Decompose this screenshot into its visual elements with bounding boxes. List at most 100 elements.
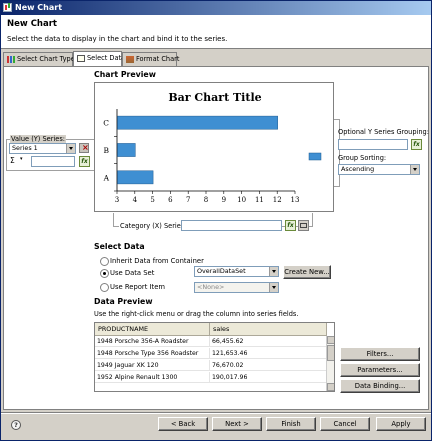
report-item-selected: <None> — [197, 283, 225, 291]
dialog-header: New Chart Select the data to display in … — [1, 15, 431, 49]
x-tick-label: 6 — [168, 196, 173, 204]
apply-button[interactable]: Apply — [376, 417, 426, 431]
dialog-title: New Chart — [7, 19, 57, 29]
value-expression-input[interactable] — [31, 156, 75, 167]
chart-preview-label: Chart Preview — [94, 70, 156, 79]
tab-select-chart-type[interactable]: Select Chart Type — [3, 52, 75, 66]
scroll-down-icon[interactable] — [327, 383, 334, 391]
group-sorting-label: Group Sorting: — [338, 154, 387, 162]
window-title: New Chart — [15, 3, 63, 12]
category-series-label: Category (X) Series: — [119, 222, 188, 230]
table-vertical-scrollbar[interactable] — [326, 336, 334, 391]
chevron-down-icon — [269, 283, 278, 292]
bar — [117, 115, 278, 130]
table-cell: 121,653.46 — [210, 348, 327, 359]
chevron-down-icon — [66, 144, 75, 153]
title-bar: New Chart — [1, 1, 431, 15]
create-new-dataset-button[interactable]: Create New... — [283, 265, 331, 279]
scroll-up-icon[interactable] — [327, 336, 334, 344]
x-tick-label: 5 — [150, 196, 154, 204]
grouping-expression-builder-button[interactable]: fx — [411, 139, 422, 150]
table-row[interactable]: 1948 Porsche Type 356 Roadster 121,653.4… — [95, 348, 327, 359]
tab-label: Format Chart — [136, 55, 180, 63]
chart-type-icon — [7, 56, 15, 63]
new-chart-dialog: New Chart New Chart Select the data to d… — [0, 0, 432, 441]
x-tick-label: 12 — [273, 196, 282, 204]
bar-chart: Bar Chart Title 3 4 5 6 7 8 9 10 11 12 13 A B C — [103, 91, 322, 204]
dataset-selected: OverallDataSet — [197, 267, 246, 275]
data-preview-label: Data Preview — [94, 297, 153, 306]
x-tick-label: 8 — [204, 196, 208, 204]
close-icon: × — [82, 143, 89, 152]
x-tick-label: 7 — [186, 196, 190, 204]
x-tick-label: 9 — [222, 196, 226, 204]
data-preview-table[interactable]: PRODUCTNAME sales 1948 Porsche 356-A Roa… — [94, 322, 335, 392]
dialog-description: Select the data to display in the chart … — [7, 35, 228, 43]
value-expression-builder-button[interactable]: fx — [79, 156, 90, 167]
tab-label: Select Data — [87, 54, 126, 62]
bar — [117, 170, 154, 185]
y-tick-label: B — [103, 146, 109, 155]
help-icon[interactable]: ? — [11, 420, 21, 430]
table-cell: 1948 Porsche Type 356 Roadster — [95, 348, 210, 359]
optional-grouping-input[interactable] — [338, 139, 408, 150]
table-cell: 1949 Jaguar XK 120 — [95, 360, 210, 371]
chevron-down-icon — [410, 165, 419, 174]
table-row[interactable]: 1949 Jaguar XK 120 76,670.02 — [95, 360, 327, 371]
table-cell: 1952 Alpine Renault 1300 — [95, 372, 210, 383]
chevron-down-icon — [269, 267, 278, 276]
filters-button[interactable]: Filters... — [340, 347, 420, 361]
sigma-icon[interactable]: Σ — [10, 156, 15, 165]
table-cell: 66,455.62 — [210, 336, 327, 347]
next-button[interactable]: Next > — [212, 417, 262, 431]
dataset-select[interactable]: OverallDataSet — [194, 266, 279, 277]
group-sorting-value: Ascending — [341, 165, 375, 173]
y-tick-label: A — [103, 173, 110, 182]
aggregate-dropdown-arrow-icon[interactable]: ▾ — [20, 156, 23, 162]
chart-preview: Bar Chart Title 3 4 5 6 7 8 9 10 11 12 13 A B C — [94, 82, 334, 212]
inherit-data-radio[interactable]: Inherit Data from Container — [100, 257, 204, 266]
data-preview-hint: Use the right-click menu or drag the col… — [94, 310, 299, 318]
table-row[interactable]: 1952 Alpine Renault 1300 190,017.96 — [95, 372, 327, 383]
group-sorting-select[interactable]: Ascending — [338, 164, 420, 175]
value-series-select[interactable]: Series 1 — [9, 143, 76, 154]
tab-select-data[interactable]: Select Data — [73, 51, 126, 66]
use-report-item-radio[interactable]: Use Report Item — [100, 283, 165, 292]
x-tick-label: 13 — [291, 196, 300, 204]
cancel-button[interactable]: Cancel — [320, 417, 370, 431]
x-tick-label: 10 — [237, 196, 246, 204]
scroll-thumb[interactable] — [327, 345, 334, 361]
select-data-icon — [77, 55, 85, 62]
value-series-selected: Series 1 — [12, 144, 38, 152]
chart-title: Bar Chart Title — [168, 91, 261, 104]
table-row[interactable]: 1948 Porsche 356-A Roadster 66,455.62 — [95, 336, 327, 347]
sort-icon — [300, 223, 307, 228]
data-binding-button[interactable]: Data Binding... — [340, 379, 420, 393]
category-series-input[interactable] — [181, 220, 282, 231]
format-chart-icon — [126, 56, 134, 63]
legend-swatch — [308, 152, 322, 161]
chart-app-icon — [3, 3, 12, 12]
bar — [117, 143, 136, 157]
table-cell: 1948 Porsche 356-A Roadster — [95, 336, 210, 347]
column-header-sales[interactable]: sales — [210, 323, 327, 336]
back-button[interactable]: < Back — [158, 417, 208, 431]
finish-button[interactable]: Finish — [266, 417, 316, 431]
delete-series-button[interactable]: × — [79, 143, 89, 153]
table-cell: 76,670.02 — [210, 360, 327, 371]
y-tick-label: C — [103, 119, 109, 128]
select-data-label: Select Data — [94, 242, 145, 251]
category-sort-button[interactable] — [298, 220, 309, 231]
tab-format-chart[interactable]: Format Chart — [122, 52, 180, 66]
parameters-button[interactable]: Parameters... — [340, 363, 420, 377]
column-header-productname[interactable]: PRODUCTNAME — [95, 323, 210, 336]
value-series-label: Value (Y) Series: — [10, 135, 66, 143]
report-item-select[interactable]: <None> — [194, 282, 279, 293]
table-cell: 190,017.96 — [210, 372, 327, 383]
x-tick-label: 11 — [255, 196, 264, 204]
use-data-set-radio[interactable]: Use Data Set — [100, 269, 154, 278]
optional-grouping-label: Optional Y Series Grouping: — [338, 128, 429, 136]
category-expression-builder-button[interactable]: fx — [285, 220, 296, 231]
x-tick-label: 4 — [133, 196, 138, 204]
x-tick-label: 3 — [115, 196, 119, 204]
